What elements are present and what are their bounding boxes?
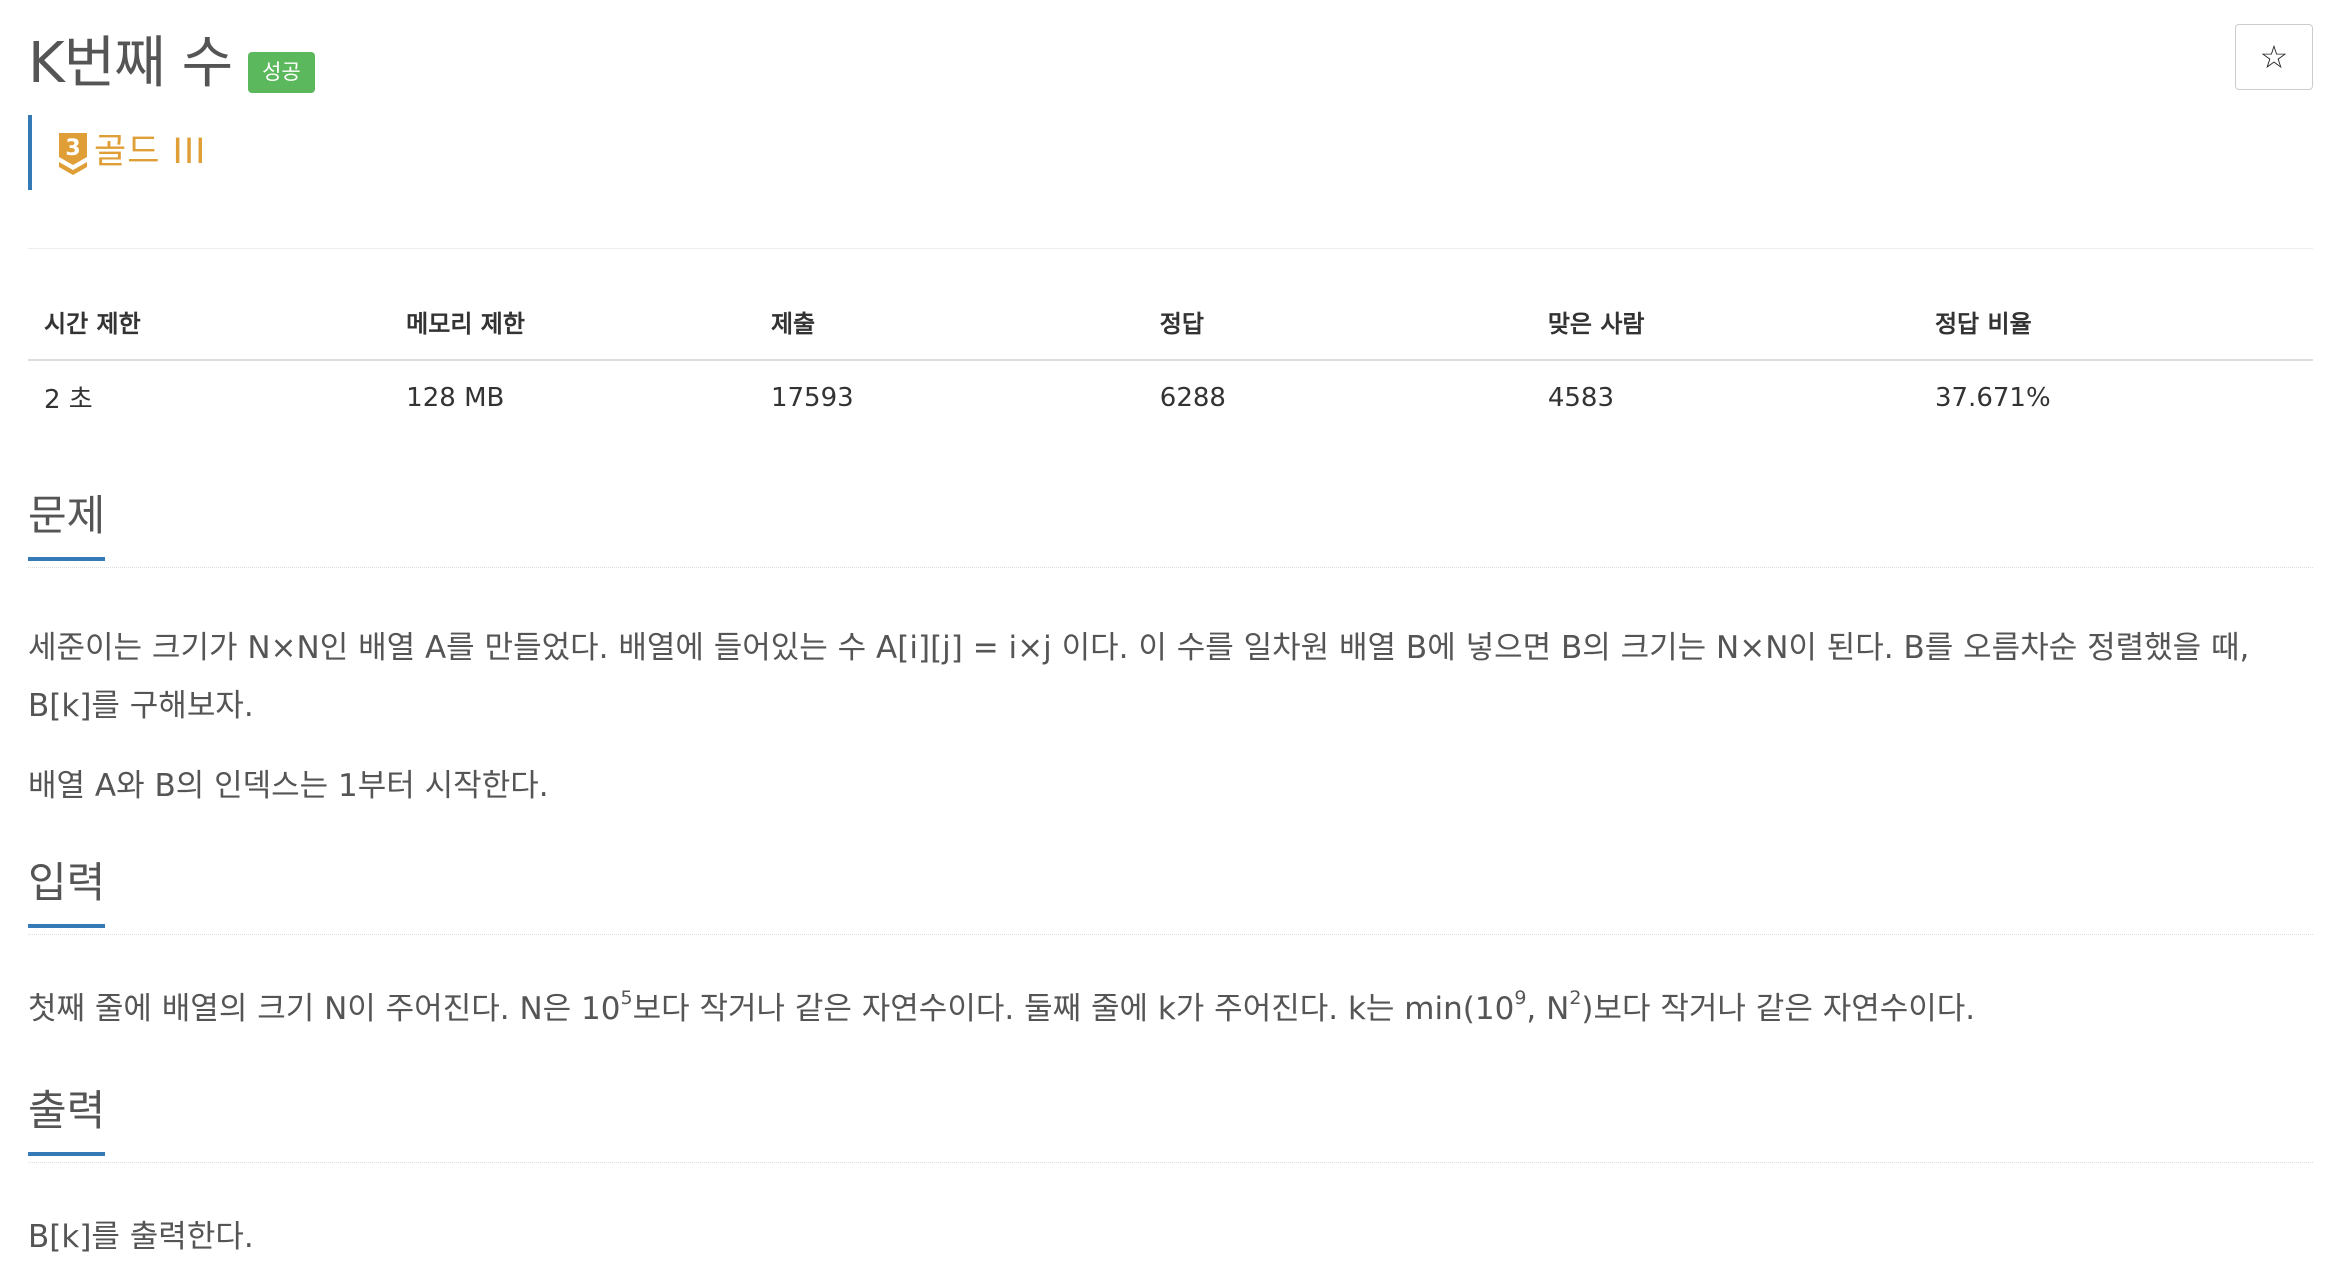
gold-tier-icon: 3 — [58, 131, 88, 175]
input-sup-3: 2 — [1569, 986, 1582, 1009]
value-time-limit: 2 초 — [44, 385, 93, 415]
title-row: K번째 수 성공 — [28, 24, 315, 104]
tier-label: 골드 III — [94, 132, 207, 172]
problem-section-header: 문제 — [28, 495, 2313, 568]
input-text-b: 보다 작거나 같은 자연수이다. 둘째 줄에 k가 주어진다. k는 min(1… — [632, 991, 1515, 1027]
divider — [28, 248, 2313, 249]
input-description: 첫째 줄에 배열의 크기 N이 주어진다. N은 105보다 작거나 같은 자연… — [28, 980, 2313, 1038]
output-description: B[k]를 출력한다. — [28, 1208, 2313, 1266]
input-section-title: 입력 — [28, 862, 106, 928]
output-section: 출력 B[k]를 출력한다. — [28, 1090, 2313, 1266]
value-accepted[interactable]: 6288 — [1144, 360, 1532, 434]
tier-indicator[interactable]: 3 골드 III — [28, 115, 207, 190]
stats-header-row: 시간 제한 메모리 제한 제출 정답 맞은 사람 정답 비율 — [28, 288, 2313, 361]
input-paragraph: 첫째 줄에 배열의 크기 N이 주어진다. N은 105보다 작거나 같은 자연… — [28, 980, 2313, 1038]
problem-section: 문제 세준이는 크기가 N×N인 배열 A를 만들었다. 배열에 들어있는 수 … — [28, 495, 2313, 815]
header-solvers: 맞은 사람 — [1531, 288, 1919, 361]
value-submissions[interactable]: 17593 — [755, 360, 1144, 434]
header-accepted: 정답 — [1143, 288, 1532, 361]
stats-value-row: 2 초 128 MB 17593 6288 4583 37.671% — [28, 360, 2313, 434]
header-accept-ratio: 정답 비율 — [1918, 288, 2313, 361]
problem-paragraph-1: 세준이는 크기가 N×N인 배열 A를 만들었다. 배열에 들어있는 수 A[i… — [28, 630, 2250, 724]
input-text-a: 첫째 줄에 배열의 크기 N이 주어진다. N은 10 — [28, 991, 621, 1027]
output-paragraph: B[k]를 출력한다. — [28, 1219, 254, 1255]
value-accept-ratio: 37.671% — [1934, 382, 2051, 413]
input-section: 입력 첫째 줄에 배열의 크기 N이 주어진다. N은 105보다 작거나 같은… — [28, 862, 2313, 1038]
problem-description: 세준이는 크기가 N×N인 배열 A를 만들었다. 배열에 들어있는 수 A[i… — [28, 619, 2313, 815]
value-solvers[interactable]: 4583 — [1532, 360, 1919, 434]
favorite-button[interactable]: ☆ — [2235, 24, 2313, 90]
star-icon: ☆ — [2259, 38, 2289, 76]
input-section-header: 입력 — [28, 862, 2313, 935]
problem-section-title: 문제 — [28, 495, 106, 561]
input-text-c: , N — [1526, 991, 1570, 1027]
status-badge: 성공 — [248, 51, 315, 93]
problem-paragraph-2: 배열 A와 B의 인덱스는 1부터 시작한다. — [28, 768, 549, 804]
output-section-title: 출력 — [28, 1090, 106, 1156]
problem-stats-table: 시간 제한 메모리 제한 제출 정답 맞은 사람 정답 비율 2 초 128 M… — [28, 288, 2313, 434]
output-section-header: 출력 — [28, 1090, 2313, 1163]
header-time-limit: 시간 제한 — [28, 288, 391, 361]
input-text-d: )보다 작거나 같은 자연수이다. — [1581, 991, 1976, 1027]
problem-title: K번째 수 — [28, 31, 233, 96]
header-memory-limit: 메모리 제한 — [390, 288, 755, 361]
header-submissions: 제출 — [754, 288, 1144, 361]
tier-number: 3 — [65, 136, 80, 161]
value-memory-limit: 128 MB — [406, 382, 505, 413]
input-sup-1: 5 — [620, 986, 633, 1009]
input-sup-2: 9 — [1514, 986, 1527, 1009]
